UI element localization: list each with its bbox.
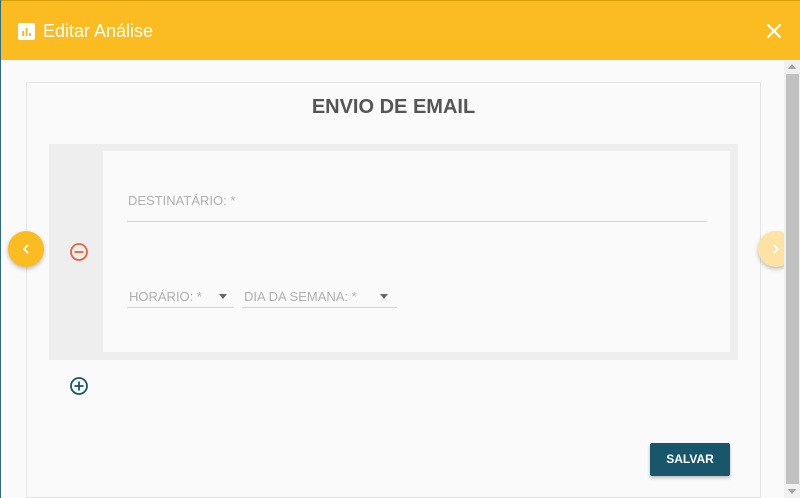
- time-dropdown-caret-icon[interactable]: [219, 294, 227, 299]
- bar-chart-icon: [18, 23, 35, 40]
- edit-analysis-dialog: Editar Análise ENVIO DE EMAIL DESTINATÁR…: [0, 0, 800, 498]
- close-icon[interactable]: [763, 20, 785, 42]
- minus-circle-icon[interactable]: [69, 242, 89, 262]
- dialog-title: Editar Análise: [43, 21, 154, 41]
- time-select[interactable]: [127, 307, 234, 308]
- recipient-input[interactable]: [127, 221, 707, 222]
- weekday-dropdown-caret-icon[interactable]: [380, 294, 388, 299]
- dialog-header: Editar Análise: [1, 0, 800, 60]
- previous-button[interactable]: [8, 231, 44, 267]
- weekday-select[interactable]: [242, 307, 397, 308]
- scroll-up-arrow-icon[interactable]: [788, 64, 796, 69]
- scrollbar-thumb[interactable]: [786, 74, 799, 484]
- scroll-down-arrow-icon[interactable]: [788, 489, 796, 494]
- form-title: ENVIO DE EMAIL: [311, 96, 476, 118]
- chevron-left-icon: [23, 244, 29, 254]
- recipient-group-body: [103, 151, 730, 352]
- plus-circle-icon[interactable]: [69, 376, 89, 396]
- time-field-label: HORÁRIO: *: [129, 289, 202, 304]
- recipient-field-label: DESTINATÁRIO: *: [128, 193, 236, 208]
- chevron-right-icon: [773, 244, 779, 254]
- weekday-field-label: DIA DA SEMANA: *: [244, 289, 357, 304]
- vertical-scrollbar[interactable]: [784, 60, 800, 498]
- save-button[interactable]: SALVAR: [650, 443, 730, 476]
